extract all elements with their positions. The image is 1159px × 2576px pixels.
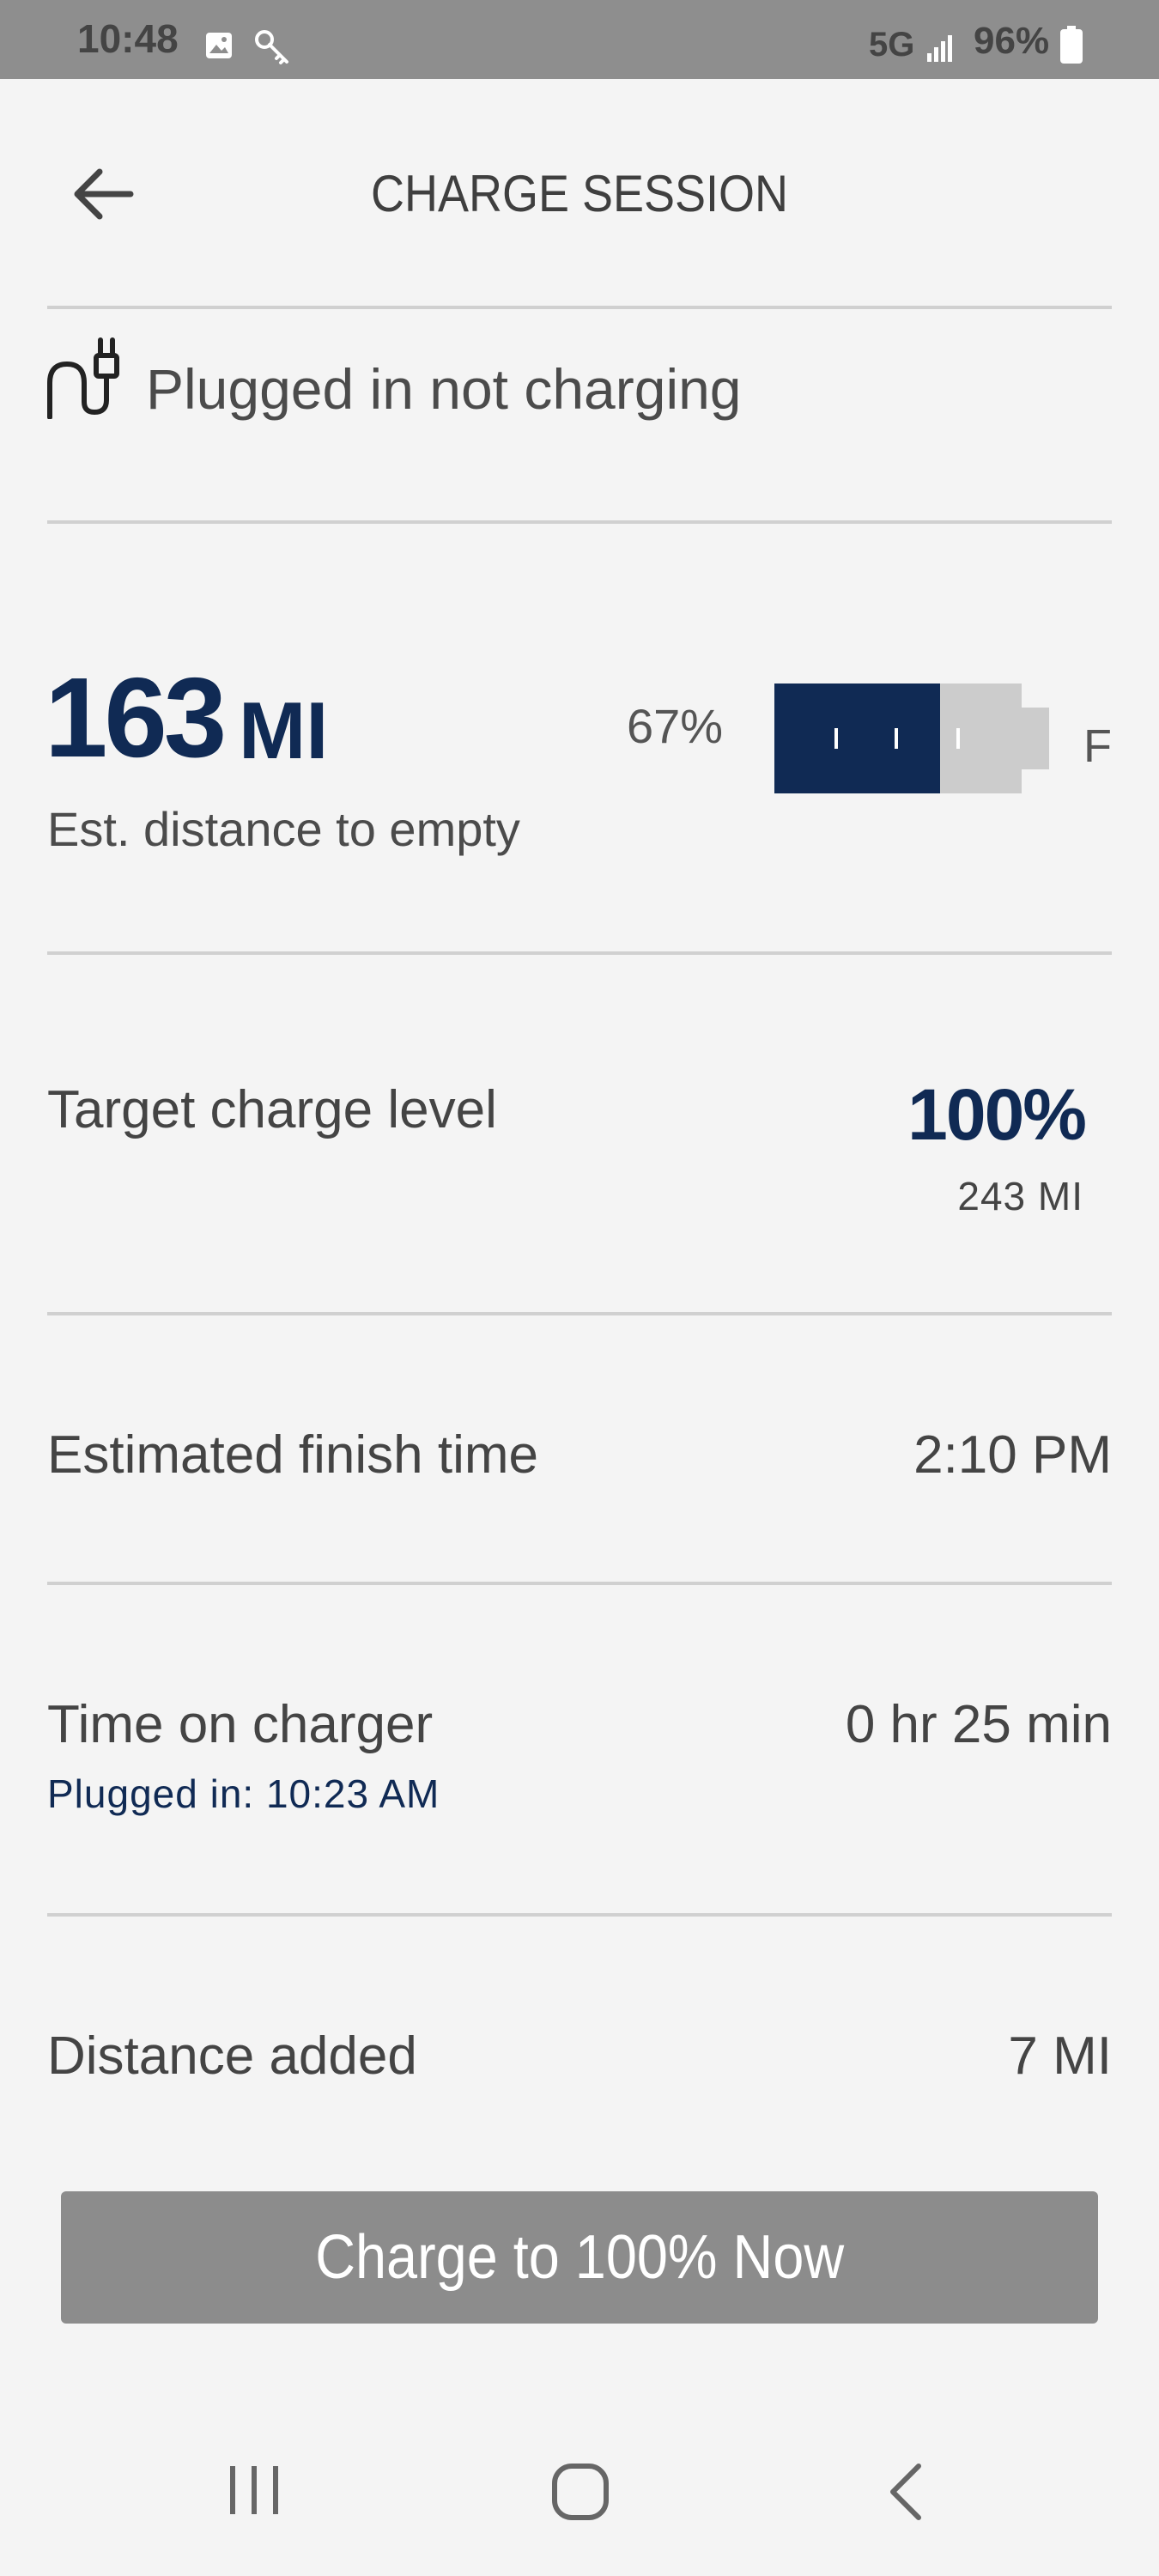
range-label: Est. distance to empty xyxy=(47,802,520,856)
plug-icon xyxy=(47,337,119,419)
charge-now-button[interactable]: Charge to 100% Now xyxy=(61,2191,1098,2324)
target-charge-distance: 243 MI xyxy=(957,1174,1083,1218)
gallery-icon xyxy=(206,33,232,58)
divider xyxy=(47,1312,1112,1315)
plug-status-text: Plugged in not charging xyxy=(146,357,742,421)
distance-added-value: 7 MI xyxy=(1008,2026,1112,2086)
battery-full-label: F xyxy=(1083,720,1112,772)
battery-fill xyxy=(774,683,940,793)
plugged-in-time: Plugged in: 10:23 AM xyxy=(47,1771,440,1816)
back-icon[interactable] xyxy=(884,2461,925,2523)
target-charge-label: Target charge level xyxy=(47,1080,497,1139)
time-on-charger-label: Time on charger xyxy=(47,1695,434,1754)
charge-now-button-label: Charge to 100% Now xyxy=(315,2223,844,2292)
network-label: 5G xyxy=(869,26,915,64)
battery-level-percent: 67% xyxy=(627,699,724,753)
battery-icon xyxy=(1060,26,1083,64)
battery-percent: 96% xyxy=(974,20,1050,62)
divider xyxy=(47,951,1112,955)
status-time: 10:48 xyxy=(77,16,179,61)
time-on-charger-value: 0 hr 25 min xyxy=(845,1695,1112,1754)
key-icon xyxy=(255,30,288,64)
finish-time-label: Estimated finish time xyxy=(47,1425,538,1485)
recent-apps-icon[interactable] xyxy=(225,2459,283,2521)
distance-added-label: Distance added xyxy=(47,2026,417,2086)
battery-gauge-icon xyxy=(774,683,1049,793)
divider xyxy=(47,1913,1112,1917)
range-value: 163 xyxy=(45,654,227,781)
finish-time-value: 2:10 PM xyxy=(913,1425,1112,1485)
home-icon[interactable] xyxy=(549,2461,611,2523)
page-title: CHARGE SESSION xyxy=(370,165,789,222)
range-unit: MI xyxy=(239,685,329,775)
divider xyxy=(47,306,1112,309)
signal-icon xyxy=(927,35,952,62)
divider xyxy=(47,520,1112,524)
target-charge-percent[interactable]: 100% xyxy=(907,1078,1087,1151)
divider xyxy=(47,1582,1112,1585)
